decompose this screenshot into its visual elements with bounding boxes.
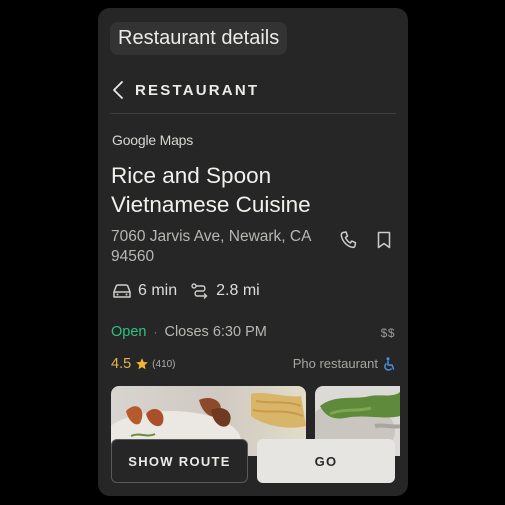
rating: 4.5 (410) xyxy=(111,356,176,372)
rating-value: 4.5 xyxy=(111,356,132,372)
price-level: $$ xyxy=(380,326,395,340)
go-button[interactable]: GO xyxy=(257,439,395,483)
bookmark-icon[interactable] xyxy=(375,230,393,250)
wheelchair-accessible-icon xyxy=(383,356,395,371)
closing-time: Closes 6:30 PM xyxy=(164,324,267,340)
restaurant-address: 7060 Jarvis Ave, Newark, CA 94560 xyxy=(111,228,311,265)
google-maps-logo: Google Maps xyxy=(112,132,194,148)
hours-status: Open · Closes 6:30 PM xyxy=(111,324,267,340)
page-title: Restaurant details xyxy=(110,22,288,55)
drive-time: 6 min xyxy=(138,282,178,299)
car-icon xyxy=(111,282,133,300)
separator-dot: · xyxy=(153,325,158,339)
phone-icon[interactable] xyxy=(339,230,357,250)
chevron-left-icon[interactable] xyxy=(112,80,126,100)
restaurant-details-panel: Restaurant details RESTAURANT Google Map… xyxy=(98,8,408,496)
distance: 2.8 mi xyxy=(216,282,260,299)
star-icon xyxy=(135,357,149,371)
restaurant-name: Rice and Spoon Vietnamese Cuisine xyxy=(111,163,311,217)
category: Pho restaurant xyxy=(293,356,395,371)
divider xyxy=(110,113,396,114)
review-count: (410) xyxy=(152,358,176,370)
travel-info: 6 min 2.8 mi xyxy=(111,282,260,300)
action-icons xyxy=(339,230,393,250)
category-label: Pho restaurant xyxy=(292,356,378,371)
header-label: RESTAURANT xyxy=(135,81,260,99)
show-route-button[interactable]: SHOW ROUTE xyxy=(111,439,248,483)
header: RESTAURANT xyxy=(112,80,259,100)
route-icon xyxy=(189,282,211,300)
open-status: Open xyxy=(111,324,147,340)
